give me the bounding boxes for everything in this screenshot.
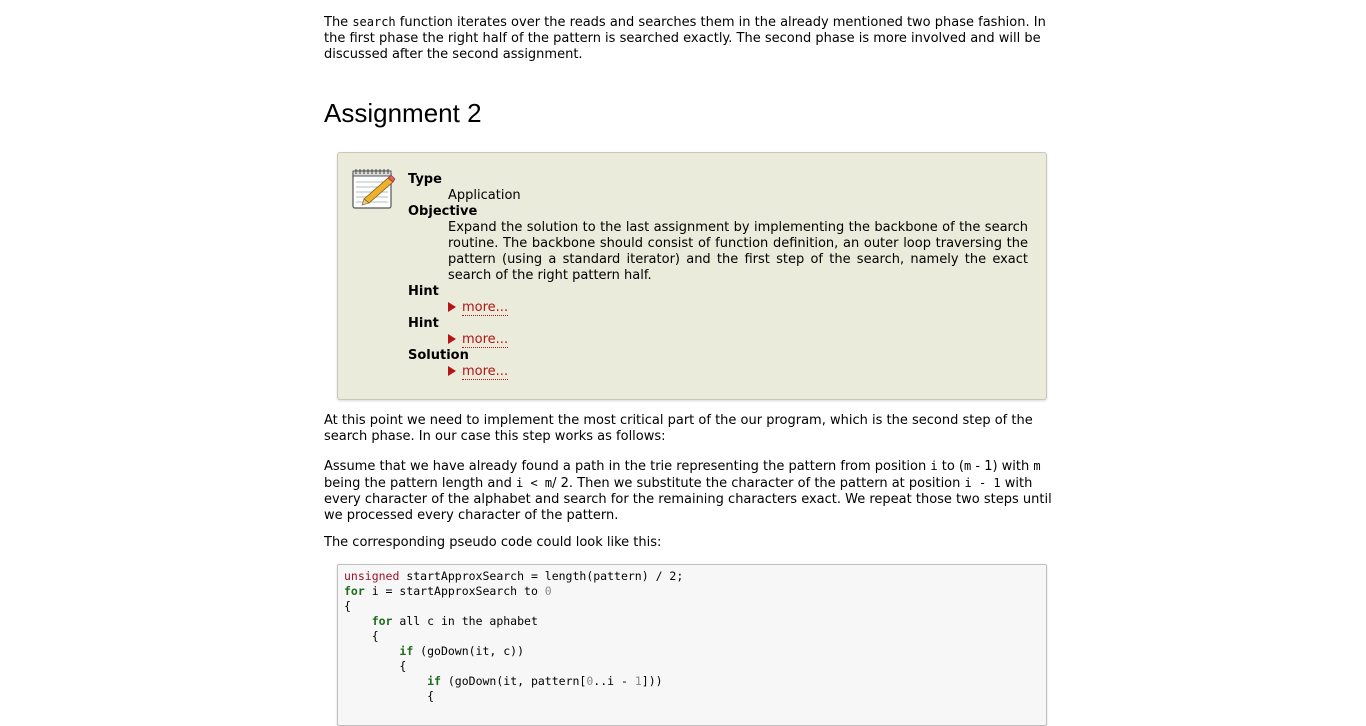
pseudo-code-block: unsigned startApproxSearch = length(patt…: [337, 564, 1047, 726]
expand-triangle-icon: [448, 334, 456, 344]
objective-value: Expand the solution to the last assignme…: [448, 220, 1028, 283]
expand-triangle-icon: [448, 302, 456, 312]
more-link-text: more...: [462, 364, 509, 380]
assignment-box: Type Application Objective Expand the so…: [337, 152, 1047, 400]
solution-more-link[interactable]: more...: [448, 364, 1028, 380]
hint2-more-link[interactable]: more...: [448, 332, 1028, 348]
more-link-text: more...: [462, 300, 509, 316]
assignment-fields: Type Application Objective Expand the so…: [408, 172, 1028, 380]
pseudo-code-intro: The corresponding pseudo code could look…: [324, 535, 662, 550]
type-label: Type: [408, 172, 442, 187]
assume-paragraph: Assume that we have already found a path…: [324, 459, 1052, 523]
code-m: m: [1033, 459, 1041, 473]
expand-triangle-icon: [448, 366, 456, 376]
critical-part-paragraph: At this point we need to implement the m…: [324, 413, 1033, 444]
notepad-pencil-icon: [352, 169, 396, 209]
type-value: Application: [448, 188, 521, 203]
solution-label: Solution: [408, 348, 469, 363]
intro-text-start: The: [324, 15, 353, 30]
intro-paragraph: The search function iterates over the re…: [324, 14, 1059, 63]
hint1-more-link[interactable]: more...: [448, 300, 1028, 316]
code-i-lt-m: i < m: [516, 476, 553, 490]
hint2-label: Hint: [408, 316, 439, 331]
hint1-label: Hint: [408, 284, 439, 299]
assignment-heading: Assignment 2: [324, 98, 482, 128]
more-link-text: more...: [462, 332, 509, 348]
pseudo-code: unsigned startApproxSearch = length(patt…: [344, 569, 684, 703]
code-i: i: [930, 459, 938, 473]
objective-label: Objective: [408, 204, 478, 219]
intro-text-end: function iterates over the reads and sea…: [324, 15, 1046, 62]
search-function-code: search: [352, 15, 396, 29]
code-i-minus-1: i - 1: [964, 476, 1001, 490]
